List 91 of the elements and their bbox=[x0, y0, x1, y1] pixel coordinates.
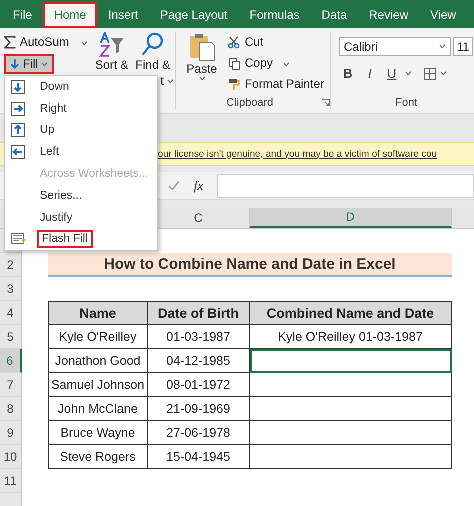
formula-input[interactable] bbox=[217, 174, 474, 198]
copy-icon bbox=[228, 56, 241, 70]
column-heading: Combined Name and Date bbox=[250, 301, 452, 325]
table-cell: Steve Rogers bbox=[48, 445, 148, 469]
ribbon-tab[interactable]: View bbox=[420, 2, 468, 28]
menu-item[interactable]: Left bbox=[35, 143, 64, 162]
table-cell[interactable] bbox=[250, 373, 452, 397]
table-cell[interactable]: Kyle O'Reilley 01-03-1987 bbox=[250, 325, 452, 349]
scissors-icon bbox=[228, 36, 241, 48]
menu-item[interactable]: Justify bbox=[35, 208, 78, 227]
row-header[interactable]: 7 bbox=[0, 373, 22, 397]
ribbon-tab[interactable]: File bbox=[2, 2, 44, 28]
table-cell[interactable] bbox=[250, 421, 452, 445]
table-cell: 01-03-1987 bbox=[148, 325, 250, 349]
row-header[interactable]: 5 bbox=[0, 325, 22, 349]
format-button[interactable]: I bbox=[361, 66, 379, 81]
row-header[interactable]: 11 bbox=[0, 469, 22, 493]
caret-icon bbox=[81, 41, 88, 46]
group-label: Clipboard bbox=[225, 97, 275, 109]
table-cell: 04-12-1985 bbox=[148, 349, 250, 373]
table-cell: 15-04-1945 bbox=[148, 445, 250, 469]
check-icon[interactable] bbox=[168, 180, 180, 190]
arrow-down-icon bbox=[10, 58, 20, 70]
ribbon-tab[interactable]: Formulas bbox=[238, 2, 311, 28]
font-size-field[interactable]: 11 bbox=[453, 37, 474, 56]
caret-icon bbox=[405, 71, 412, 76]
sheet-title: How to Combine Name and Date in Excel bbox=[48, 253, 452, 277]
menu-item[interactable]: Up bbox=[35, 121, 60, 140]
flash-fill-icon bbox=[11, 232, 27, 246]
caret-icon bbox=[41, 62, 48, 66]
row-header[interactable]: 4 bbox=[0, 301, 22, 325]
ribbon-tab[interactable]: Review bbox=[358, 2, 420, 28]
menu-item[interactable]: Right bbox=[35, 100, 72, 118]
row-header[interactable]: 8 bbox=[0, 397, 22, 421]
borders-icon bbox=[424, 68, 436, 80]
table-cell: John McClane bbox=[48, 397, 148, 421]
row-header[interactable]: 6 bbox=[0, 349, 22, 373]
column-heading: Name bbox=[48, 301, 148, 325]
sort-filter-button[interactable]: Sort & bbox=[95, 58, 129, 72]
row-header[interactable]: 2 bbox=[0, 253, 22, 277]
table-cell: Kyle O'Reilley bbox=[48, 325, 148, 349]
table-cell[interactable] bbox=[250, 397, 452, 421]
caret-icon bbox=[440, 71, 447, 76]
license-warning-link[interactable]: our license isn't genuine, and you may be a victim of software cou bbox=[158, 148, 438, 160]
ribbon-tab[interactable]: Insert bbox=[97, 2, 150, 28]
table-cell: Samuel Johnson bbox=[48, 373, 148, 397]
table-cell: Bruce Wayne bbox=[48, 421, 148, 445]
ribbon-tab[interactable]: Data bbox=[310, 2, 358, 28]
row-header[interactable]: 10 bbox=[0, 445, 22, 469]
arrow-left-icon bbox=[11, 145, 25, 160]
arrow-right-icon bbox=[11, 102, 25, 116]
group-label: Font bbox=[394, 97, 418, 109]
format-button[interactable]: B bbox=[339, 66, 357, 81]
table-cell: 08-01-1972 bbox=[148, 373, 250, 397]
ribbon-tab[interactable]: Home bbox=[43, 2, 98, 28]
caret-icon bbox=[439, 44, 446, 49]
column-header[interactable]: D bbox=[250, 208, 452, 228]
paste-button[interactable]: Paste bbox=[186, 62, 218, 76]
format-button[interactable]: U bbox=[383, 66, 401, 81]
paintbrush-icon bbox=[228, 78, 241, 90]
row-header[interactable]: 9 bbox=[0, 421, 22, 445]
table-cell[interactable] bbox=[250, 445, 452, 469]
fill-button[interactable]: Fill bbox=[4, 54, 54, 74]
ribbon-tab[interactable]: Page Layout bbox=[149, 2, 239, 28]
caret-icon bbox=[167, 78, 174, 84]
sort-filter-icon bbox=[99, 32, 125, 58]
clipboard-action[interactable]: Copy bbox=[245, 56, 274, 70]
find-select-label: t bbox=[160, 74, 164, 88]
clipboard-action[interactable]: Format Painter bbox=[245, 77, 324, 91]
menu-item[interactable]: Series... bbox=[35, 186, 88, 205]
font-name-field[interactable]: Calibri bbox=[339, 37, 451, 56]
column-heading: Date of Birth bbox=[148, 301, 250, 325]
table-cell: 27-06-1978 bbox=[148, 421, 250, 445]
autosum-button[interactable]: AutoSum bbox=[20, 35, 70, 49]
caret-icon bbox=[198, 76, 206, 81]
table-cell: 21-09-1969 bbox=[148, 397, 250, 421]
search-icon bbox=[141, 32, 165, 58]
clipboard-icon bbox=[187, 32, 217, 62]
table-cell[interactable] bbox=[250, 349, 452, 373]
insert-function-button[interactable]: fx bbox=[194, 178, 204, 194]
dialog-launcher-icon bbox=[322, 99, 330, 107]
caret-icon bbox=[283, 62, 290, 67]
menu-item[interactable]: Down bbox=[35, 78, 74, 96]
clipboard-action[interactable]: Cut bbox=[245, 35, 264, 49]
find-select-button[interactable]: Find & bbox=[136, 58, 170, 72]
arrow-up-icon bbox=[11, 123, 25, 138]
arrow-down-icon bbox=[11, 80, 25, 94]
row-header[interactable]: 3 bbox=[0, 277, 22, 301]
table-cell: Jonathon Good bbox=[48, 349, 148, 373]
sigma-icon bbox=[4, 36, 16, 48]
menu-item[interactable]: Flash Fill bbox=[37, 230, 94, 248]
